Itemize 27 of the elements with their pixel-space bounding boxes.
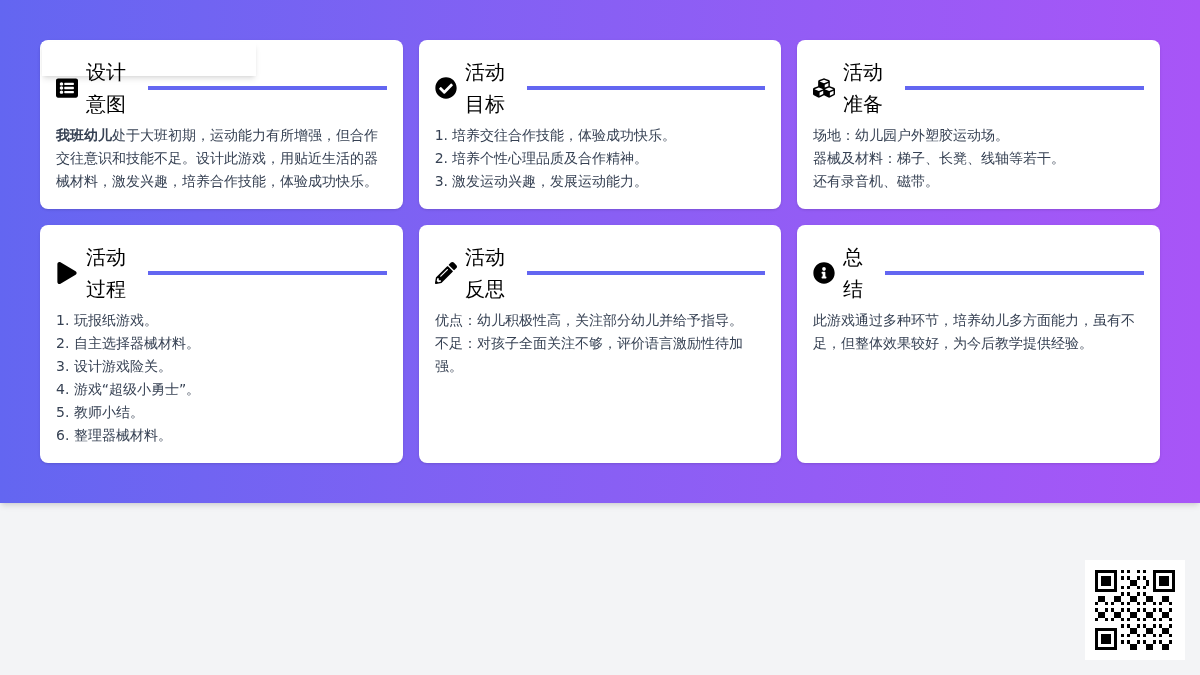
card-title: 活动准备 [843,59,885,118]
card-title: 活动过程 [86,244,127,303]
card-text: 3. 设计游戏险关。 [56,357,173,376]
card-text: 1. 培养交往合作技能，体验成功快乐。 [434,126,678,145]
card-text: 5. 教师小结。 [56,403,145,422]
card-text: 器械及材料：梯子、长凳、线轴等若干。 [813,149,1067,168]
card-text: 不足：对孩子全面关注不够，评价语言激励性待加强。 [434,334,744,376]
info-icon [813,262,836,284]
card-text: 4. 游戏“超级小勇士”。 [56,380,202,399]
card-text: 还有录音机、磁带。 [813,172,941,191]
card-title: 活动目标 [464,59,506,118]
card-text: 此游戏通过多种环节，培养幼儿多方面能力，虽有不足，但整体效果较好，为今后教学提供经验。 [813,311,1137,353]
card-title: 总结 [843,244,865,303]
card-text: 2. 培养个性心理品质及合作精神。 [434,149,650,168]
card-text: 3. 激发运动兴趣，发展运动能力。 [434,172,650,191]
card-text: 6. 整理器械材料。 [56,426,173,445]
card-title: 设计意图 [86,59,127,118]
card-text: 我班幼儿处于大班初期，运动能力有所增强，但合作交往意识和技能不足。设计此游戏，用贴近生活的器械材料，激发兴趣，培养合作技能，体验成功快乐。 [56,126,379,191]
pencil-icon [434,262,457,284]
card-text: 2. 自主选择器械材料。 [56,334,201,353]
card-text: 场地：幼儿园户外塑胶运动场。 [813,126,1011,145]
card-text: 1. 玩报纸游戏。 [56,311,159,330]
play-icon [56,262,78,284]
card-title: 活动反思 [464,244,506,303]
list-icon [56,77,78,99]
card-text: 优点：幼儿积极性高，关注部分幼儿并给予指导。 [434,311,744,330]
cubes-icon [813,77,836,99]
